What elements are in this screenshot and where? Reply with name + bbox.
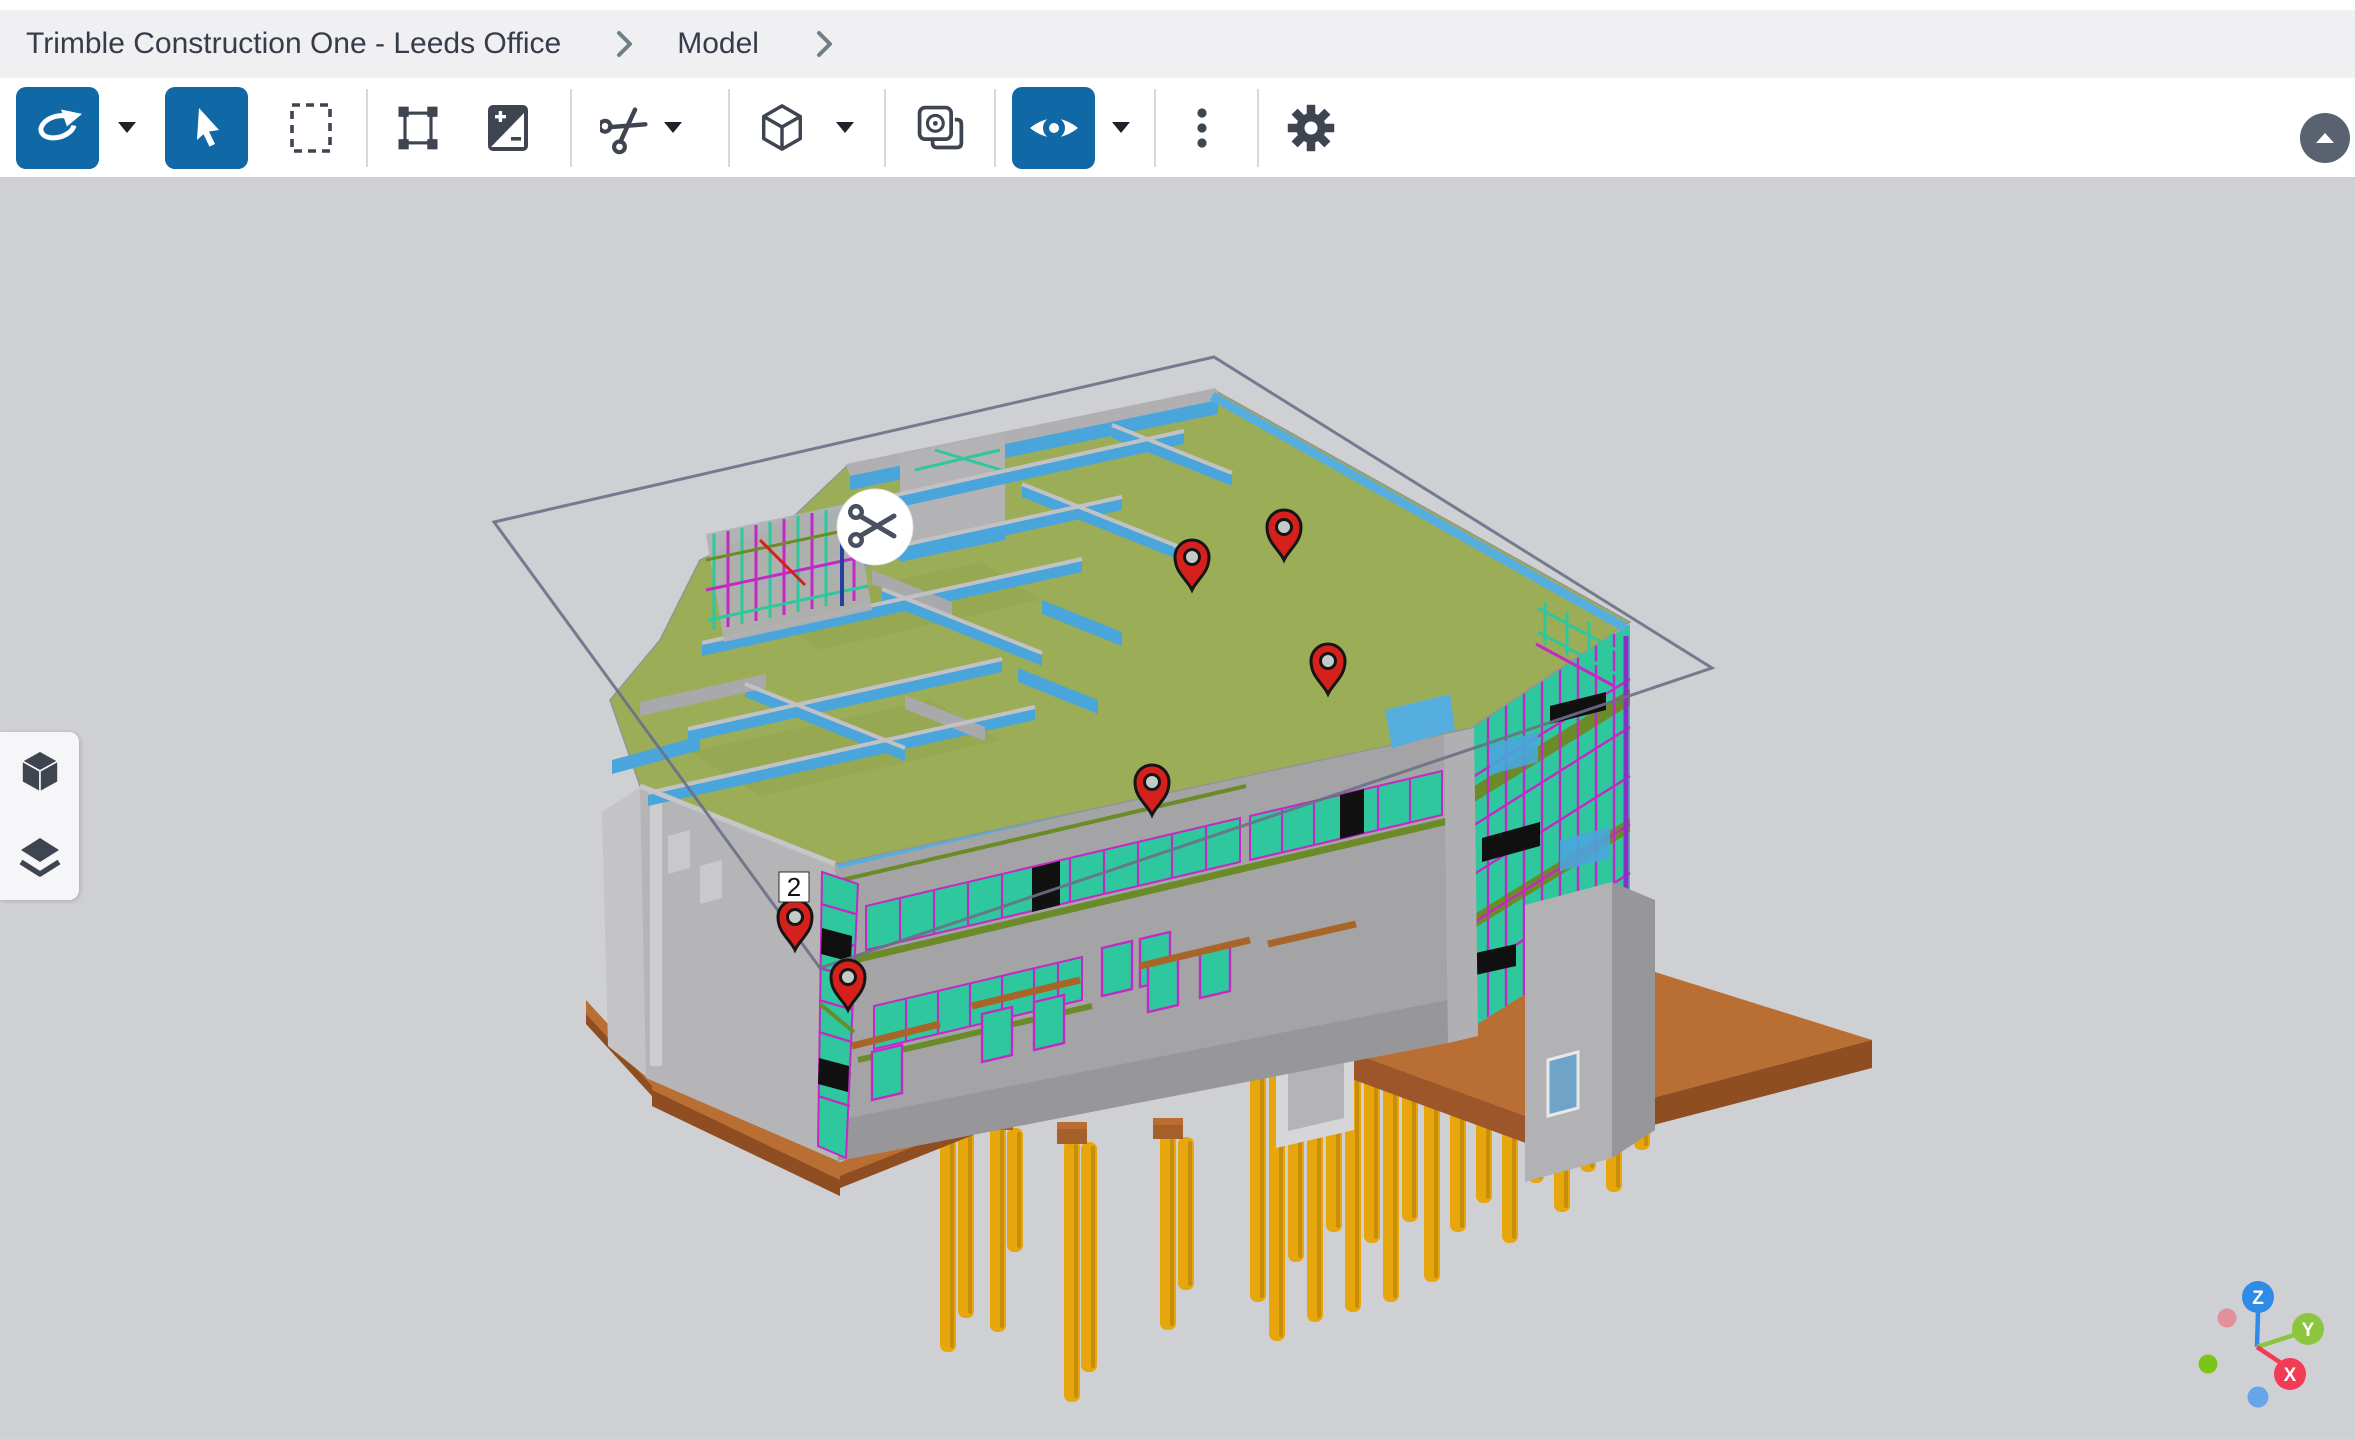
orbit-icon <box>28 98 88 158</box>
toolbar <box>0 78 2355 177</box>
exposure-icon <box>482 100 534 156</box>
kebab-icon <box>1196 103 1208 153</box>
section-scissors-handle[interactable] <box>837 489 913 565</box>
eye-icon <box>1025 99 1083 157</box>
exposure-button[interactable] <box>482 87 534 169</box>
viewer-side-panel <box>0 732 79 900</box>
orbit-button[interactable] <box>16 87 99 169</box>
breadcrumb-project[interactable]: Trimble Construction One - Leeds Office <box>26 27 561 61</box>
axis-z-label: Z <box>2252 1288 2264 1309</box>
cursor-icon <box>181 102 233 154</box>
toolbar-separator <box>1154 89 1156 167</box>
axis-neg-z-dot[interactable] <box>2248 1387 2269 1408</box>
toolbar-separator <box>1257 89 1259 167</box>
axis-y-label: Y <box>2302 1320 2315 1341</box>
box-dropdown-caret[interactable] <box>836 87 854 169</box>
toolbar-separator <box>570 89 572 167</box>
toolbar-separator <box>728 89 730 167</box>
core-tower <box>1525 882 1655 1182</box>
axis-neg-y-dot[interactable] <box>2199 1355 2218 1374</box>
toolbar-separator <box>366 89 368 167</box>
axis-x-label: X <box>2284 1365 2297 1386</box>
visibility-dropdown-caret[interactable] <box>1112 87 1130 169</box>
axis-neg-x-dot[interactable] <box>2218 1309 2237 1328</box>
viewport-canvas[interactable]: 2 Z Y X <box>0 177 2355 1439</box>
collapse-toolbar-button[interactable] <box>2300 113 2350 163</box>
breadcrumb-page[interactable]: Model <box>677 27 759 61</box>
box-view-button[interactable] <box>756 87 808 169</box>
select-button[interactable] <box>165 87 248 169</box>
models-panel-button[interactable] <box>17 748 63 801</box>
marquee-select-button[interactable] <box>285 87 337 169</box>
chevron-right-icon <box>815 29 835 59</box>
models-cube-icon <box>17 748 63 796</box>
gear-icon <box>1285 100 1337 156</box>
toolbar-separator <box>994 89 996 167</box>
frame-handles-icon <box>392 98 444 158</box>
collapse-up-icon <box>2316 133 2334 143</box>
settings-button[interactable] <box>1285 87 1337 169</box>
transform-button[interactable] <box>392 87 444 169</box>
cube-outline-icon <box>756 99 808 157</box>
layers-icon <box>17 833 63 879</box>
chevron-right-icon <box>615 29 635 59</box>
more-button[interactable] <box>1189 87 1215 169</box>
top-strip <box>0 0 2355 10</box>
layers-panel-button[interactable] <box>17 833 63 884</box>
breadcrumb: Trimble Construction One - Leeds Office … <box>0 10 2355 78</box>
orbit-dropdown-caret[interactable] <box>118 87 136 169</box>
scissors-icon <box>600 99 652 157</box>
section-cut-button[interactable] <box>600 87 652 169</box>
marquee-icon <box>287 100 335 156</box>
visibility-button[interactable] <box>1012 87 1095 169</box>
toolbar-separator <box>884 89 886 167</box>
pin-count-badge-label: 2 <box>787 872 801 902</box>
snapshot-icon <box>914 99 966 157</box>
snapshot-button[interactable] <box>914 87 966 169</box>
section-dropdown-caret[interactable] <box>664 87 682 169</box>
